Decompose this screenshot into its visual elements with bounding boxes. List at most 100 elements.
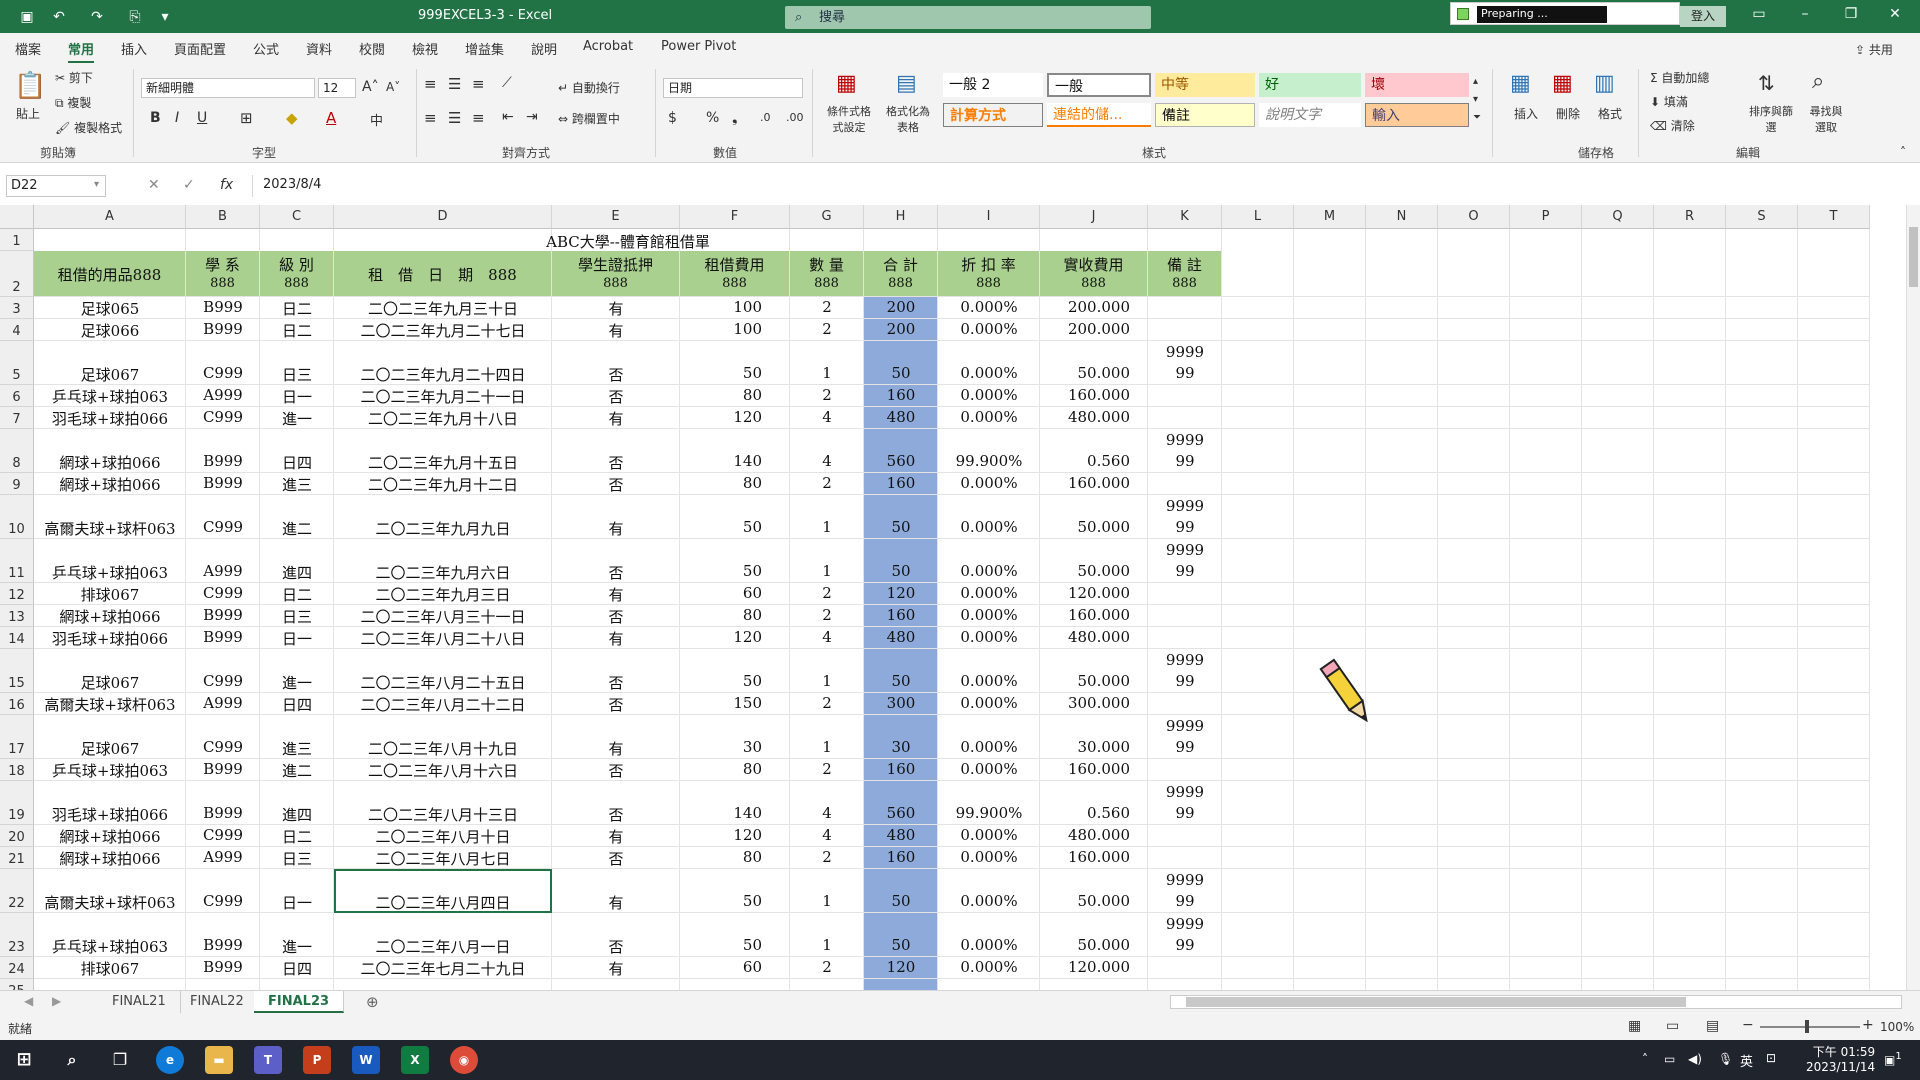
format-cells-icon[interactable]: ▥ [1594,71,1615,96]
cell-f[interactable]: 140 [680,804,790,822]
next-sheet-icon[interactable]: ▶ [52,994,61,1008]
cell-i[interactable]: 0.000% [938,826,1040,844]
fill-button[interactable]: ⬇ 填滿 [1650,93,1688,110]
ribbon-display-icon[interactable]: ▭ [1744,6,1774,22]
restore-icon[interactable]: ❐ [1836,6,1866,22]
cell-j[interactable]: 50.000 [1040,364,1148,382]
cell-f[interactable]: 120 [680,408,790,426]
cell-k-line1[interactable]: 9999 [1148,541,1222,559]
cell-e[interactable]: 否 [552,364,680,385]
cell-h[interactable]: 300 [864,694,938,712]
prev-sheet-icon[interactable]: ◀ [24,994,33,1008]
cell-f[interactable]: 100 [680,298,790,316]
cell-f[interactable]: 80 [680,474,790,492]
tab-formulas[interactable]: 公式 [253,39,279,58]
cell-e[interactable]: 有 [552,320,680,341]
cell-e[interactable]: 否 [552,562,680,583]
cell-i[interactable]: 99.900% [938,804,1040,822]
tab-insert[interactable]: 插入 [121,39,147,58]
row-header[interactable]: 19 [0,781,34,825]
worksheet-grid[interactable]: 租借的用品888 學 系 888 級 別 888 租 借 日 期 888 學生證抵押 888 租… [0,205,1906,990]
cell-d[interactable]: 二〇二三年八月二十五日 [334,672,552,693]
cell-b[interactable]: B999 [186,804,260,822]
cell-c[interactable]: 日四 [260,958,334,979]
cell-a[interactable]: 乒乓球+球拍063 [34,386,186,407]
cell-d[interactable]: 二〇二三年八月七日 [334,848,552,869]
autosum-button[interactable]: Σ 自動加總 [1650,69,1709,86]
tab-addins[interactable]: 增益集 [465,39,504,58]
cell-d[interactable]: 二〇二三年九月三十日 [334,298,552,319]
cell-e[interactable]: 有 [552,892,680,913]
cell-f[interactable]: 80 [680,848,790,866]
column-header[interactable]: B [186,205,260,229]
cell-d[interactable]: 二〇二三年九月九日 [334,518,552,539]
cell-k-line2[interactable]: 99 [1148,672,1222,690]
delete-cells-icon[interactable]: ▦ [1552,71,1573,96]
cell-d[interactable]: 二〇二三年九月二十一日 [334,386,552,407]
cell-d[interactable]: 二〇二三年九月六日 [334,562,552,583]
number-format-select[interactable]: 日期 [663,78,803,98]
cell-e[interactable]: 否 [552,760,680,781]
italic-icon[interactable]: I [175,110,179,126]
cell-j[interactable]: 160.000 [1040,606,1148,624]
cell-b[interactable]: C999 [186,408,260,426]
tab-power-pivot[interactable]: Power Pivot [661,39,736,54]
row-header[interactable]: 11 [0,539,34,583]
orientation-icon[interactable]: ⟋ [502,75,512,91]
normal-view-icon[interactable]: ▦ [1628,1018,1641,1034]
column-header[interactable]: E [552,205,680,229]
row-header[interactable]: 5 [0,341,34,385]
save-icon[interactable]: ▣ [18,8,36,26]
cell-j[interactable]: 300.000 [1040,694,1148,712]
cell-j[interactable]: 200.000 [1040,320,1148,338]
search-input[interactable]: ⌕ 搜尋 [785,6,1151,29]
cell-k-line2[interactable]: 99 [1148,738,1222,756]
percent-icon[interactable]: % [706,110,719,126]
redo-icon[interactable]: ↷ [88,8,106,26]
cell-j[interactable]: 0.560 [1040,804,1148,822]
zoom-level[interactable]: 100% [1880,1020,1914,1034]
cell-i[interactable]: 0.000% [938,584,1040,602]
delete-cells-button[interactable]: 刪除 [1556,105,1580,122]
cell-a[interactable]: 乒乓球+球拍063 [34,760,186,781]
cell-b[interactable]: B999 [186,760,260,778]
cell-f[interactable]: 50 [680,892,790,910]
sort-filter-button[interactable]: 排序與篩選 [1744,103,1798,135]
cell-h[interactable]: 200 [864,320,938,338]
cell-a[interactable]: 網球+球拍066 [34,474,186,495]
cell-a[interactable]: 羽毛球+球拍066 [34,804,186,825]
cell-g[interactable]: 4 [790,804,864,822]
file-explorer-icon[interactable]: ▬ [205,1046,233,1074]
enter-icon[interactable]: ✓ [183,177,195,193]
cell-k-line1[interactable]: 9999 [1148,717,1222,735]
cell-f[interactable]: 150 [680,694,790,712]
tray-overflow-icon[interactable]: ˄ [1642,1052,1648,1066]
align-top-icon[interactable]: ≡ [424,75,437,93]
cell-g[interactable]: 2 [790,760,864,778]
cell-f[interactable]: 100 [680,320,790,338]
cell-e[interactable]: 否 [552,848,680,869]
cell-a[interactable]: 網球+球拍066 [34,452,186,473]
cell-g[interactable]: 1 [790,562,864,580]
cell-f[interactable]: 50 [680,672,790,690]
column-header[interactable]: I [938,205,1040,229]
cell-f[interactable]: 30 [680,738,790,756]
cell-h[interactable]: 120 [864,584,938,602]
cell-h[interactable]: 50 [864,672,938,690]
cell-b[interactable]: C999 [186,826,260,844]
cell-k-line2[interactable]: 99 [1148,452,1222,470]
cell-h[interactable]: 30 [864,738,938,756]
cell-d[interactable]: 二〇二三年九月二十四日 [334,364,552,385]
tab-page-layout[interactable]: 頁面配置 [174,39,226,58]
cell-a[interactable]: 高爾夫球+球杆063 [34,518,186,539]
row-header[interactable]: 3 [0,297,34,319]
decrease-font-icon[interactable]: A˅ [386,80,400,94]
cell-e[interactable]: 否 [552,452,680,473]
style-good[interactable]: 好 [1259,73,1361,97]
name-box[interactable]: D22 [6,175,106,197]
tab-data[interactable]: 資料 [306,39,332,58]
cell-c[interactable]: 日三 [260,606,334,627]
cell-b[interactable]: C999 [186,364,260,382]
row-header[interactable]: 10 [0,495,34,539]
style-normal[interactable]: 一般 [1047,73,1151,97]
